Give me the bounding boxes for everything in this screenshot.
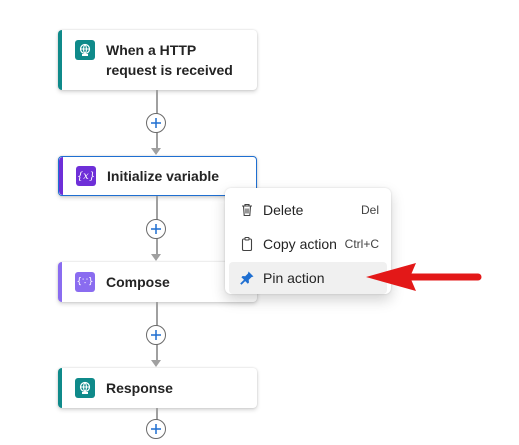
pin-icon [237, 268, 257, 288]
clipboard-icon [237, 234, 257, 254]
menu-item-delete[interactable]: Delete Del [229, 194, 387, 226]
step-accent-bar [58, 262, 62, 302]
step-response[interactable]: Response [58, 368, 257, 408]
plus-icon [151, 118, 161, 128]
add-step-button[interactable] [146, 113, 166, 133]
http-response-icon [75, 378, 95, 398]
connector-arrow [151, 148, 161, 155]
menu-item-shortcut: Del [360, 203, 379, 217]
pointer-arrow-icon [366, 263, 482, 291]
step-title: When a HTTP request is received [106, 42, 233, 78]
variable-icon: {x} [76, 166, 96, 186]
add-step-button[interactable] [146, 419, 166, 439]
menu-item-shortcut: Ctrl+C [344, 237, 379, 251]
plus-icon [151, 224, 161, 234]
connector-arrow [151, 360, 161, 367]
add-step-button[interactable] [146, 325, 166, 345]
step-title: Response [106, 380, 173, 396]
step-http-request-trigger[interactable]: When a HTTP request is received [58, 30, 257, 90]
step-title: Initialize variable [107, 168, 220, 184]
menu-item-label: Pin action [263, 270, 325, 286]
plus-icon [151, 330, 161, 340]
add-step-button[interactable] [146, 219, 166, 239]
menu-item-label: Delete [263, 202, 304, 218]
connector-arrow [151, 254, 161, 261]
compose-icon: {∵} [75, 272, 95, 292]
step-accent-bar [59, 157, 63, 195]
step-accent-bar [58, 368, 62, 408]
workflow-canvas: When a HTTP request is received {x} Init… [0, 0, 519, 445]
plus-icon [151, 424, 161, 434]
http-request-icon [75, 40, 95, 60]
menu-item-label: Copy action [263, 236, 337, 252]
menu-item-copy-action[interactable]: Copy action Ctrl+C [229, 228, 387, 260]
trash-icon [237, 200, 257, 220]
step-accent-bar [58, 30, 62, 90]
